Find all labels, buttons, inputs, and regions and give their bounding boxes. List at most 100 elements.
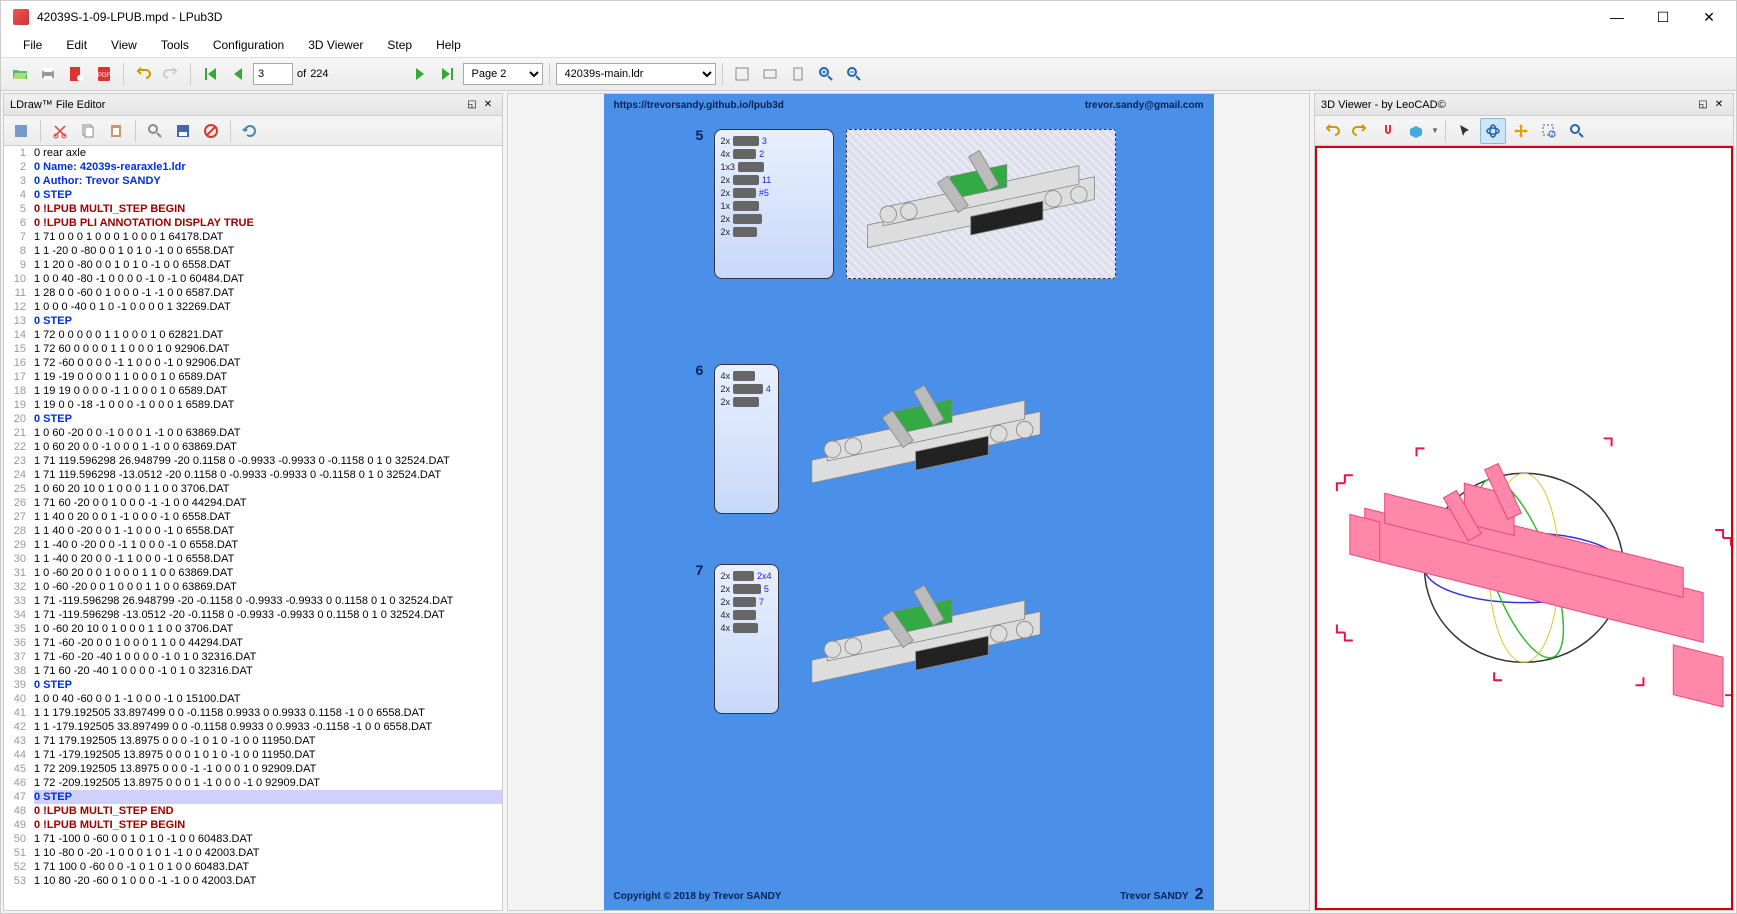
editor-close-button[interactable]: ✕: [480, 98, 496, 112]
menu-3dviewer[interactable]: 3D Viewer: [298, 36, 373, 54]
editor-line[interactable]: 221 0 60 20 0 0 -1 0 0 0 1 -1 0 0 63869.…: [4, 440, 502, 454]
editor-line[interactable]: 60 !LPUB PLI ANNOTATION DISPLAY TRUE: [4, 216, 502, 230]
minimize-button[interactable]: —: [1594, 2, 1640, 32]
pdf-preview-button[interactable]: [63, 61, 89, 87]
editor-line[interactable]: 291 1 -40 0 -20 0 0 -1 1 0 0 0 -1 0 6558…: [4, 538, 502, 552]
menu-view[interactable]: View: [101, 36, 147, 54]
editor-copy-button[interactable]: [75, 118, 101, 144]
viewer-brick-button[interactable]: [1403, 118, 1429, 144]
close-button[interactable]: ✕: [1686, 2, 1732, 32]
editor-line[interactable]: 431 71 179.192505 13.8975 0 0 0 -1 0 1 0…: [4, 734, 502, 748]
viewer-snap-button[interactable]: [1375, 118, 1401, 144]
editor-header[interactable]: LDraw™ File Editor ◱ ✕: [4, 94, 502, 116]
menu-tools[interactable]: Tools: [151, 36, 199, 54]
editor-find-button[interactable]: [142, 118, 168, 144]
viewer-header[interactable]: 3D Viewer - by LeoCAD© ◱ ✕: [1315, 94, 1733, 116]
editor-line[interactable]: 521 71 100 0 -60 0 0 -1 0 1 0 1 0 0 6048…: [4, 860, 502, 874]
undo-button[interactable]: [130, 61, 156, 87]
viewer-float-button[interactable]: ◱: [1695, 98, 1711, 112]
editor-line[interactable]: 161 72 -60 0 0 0 0 -1 1 0 0 0 -1 0 92906…: [4, 356, 502, 370]
viewer-redo-button[interactable]: [1347, 118, 1373, 144]
editor-line[interactable]: 20 Name: 42039s-rearaxle1.ldr: [4, 160, 502, 174]
editor-line[interactable]: 451 72 209.192505 13.8975 0 0 0 -1 -1 0 …: [4, 762, 502, 776]
viewer-pan-button[interactable]: [1508, 118, 1534, 144]
editor-line[interactable]: 511 10 -80 0 -20 -1 0 0 0 1 0 1 -1 0 0 4…: [4, 846, 502, 860]
editor-line[interactable]: 470 STEP: [4, 790, 502, 804]
editor-line[interactable]: 130 STEP: [4, 314, 502, 328]
zoom-out-button[interactable]: [841, 61, 867, 87]
pli-box[interactable]: 2x2x42x52x74x4x: [714, 564, 779, 714]
viewer-zoom-region-button[interactable]: [1536, 118, 1562, 144]
pdf-export-button[interactable]: PDF: [91, 61, 117, 87]
editor-body[interactable]: 10 rear axle20 Name: 42039s-rearaxle1.ld…: [4, 146, 502, 910]
editor-line[interactable]: 261 71 60 -20 0 0 1 0 0 0 -1 -1 0 0 4429…: [4, 496, 502, 510]
editor-select-button[interactable]: [8, 118, 34, 144]
editor-line[interactable]: 71 71 0 0 0 1 0 0 0 1 0 0 0 1 64178.DAT: [4, 230, 502, 244]
editor-save-button[interactable]: [170, 118, 196, 144]
editor-line[interactable]: 461 72 -209.192505 13.8975 0 0 0 1 -1 0 …: [4, 776, 502, 790]
editor-line[interactable]: 311 0 -60 20 0 0 1 0 0 0 1 1 0 0 63869.D…: [4, 566, 502, 580]
editor-line[interactable]: 531 10 80 -20 -60 0 1 0 0 0 -1 -1 0 0 42…: [4, 874, 502, 888]
editor-line[interactable]: 401 0 0 40 -60 0 0 1 -1 0 0 0 -1 0 15100…: [4, 692, 502, 706]
editor-line[interactable]: 490 !LPUB MULTI_STEP BEGIN: [4, 818, 502, 832]
viewer-body[interactable]: [1315, 146, 1733, 910]
editor-line[interactable]: 281 1 40 0 -20 0 0 1 -1 0 0 0 -1 0 6558.…: [4, 524, 502, 538]
viewer-undo-button[interactable]: [1319, 118, 1345, 144]
step-group[interactable]: 72x2x42x52x74x4x: [714, 564, 1061, 714]
editor-line[interactable]: 411 1 179.192505 33.897499 0 0 -0.1158 0…: [4, 706, 502, 720]
editor-line[interactable]: 191 19 0 0 -18 -1 0 0 0 -1 0 0 0 1 6589.…: [4, 398, 502, 412]
maximize-button[interactable]: ☐: [1640, 2, 1686, 32]
editor-cut-button[interactable]: [47, 118, 73, 144]
viewer-zoom-button[interactable]: [1564, 118, 1590, 144]
editor-line[interactable]: 81 1 -20 0 -80 0 0 1 0 1 0 -1 0 0 6558.D…: [4, 244, 502, 258]
menu-step[interactable]: Step: [377, 36, 422, 54]
assembly-image[interactable]: [846, 129, 1116, 279]
editor-line[interactable]: 271 1 40 0 20 0 0 1 -1 0 0 0 -1 0 6558.D…: [4, 510, 502, 524]
editor-line[interactable]: 361 71 -60 -20 0 0 1 0 0 0 1 1 0 0 44294…: [4, 636, 502, 650]
editor-line[interactable]: 211 0 60 -20 0 0 -1 0 0 0 1 -1 0 0 63869…: [4, 426, 502, 440]
viewer-select-button[interactable]: [1452, 118, 1478, 144]
editor-line[interactable]: 200 STEP: [4, 412, 502, 426]
print-button[interactable]: [35, 61, 61, 87]
menu-file[interactable]: File: [13, 36, 52, 54]
fit-width-button[interactable]: [757, 61, 783, 87]
viewer-close-button[interactable]: ✕: [1711, 98, 1727, 112]
first-page-button[interactable]: [197, 61, 223, 87]
editor-line[interactable]: 101 0 0 40 -80 -1 0 0 0 0 -1 0 -1 0 6048…: [4, 272, 502, 286]
editor-line[interactable]: 501 71 -100 0 -60 0 0 1 0 1 0 -1 0 0 604…: [4, 832, 502, 846]
submodel-select[interactable]: 42039s-main.ldr: [556, 63, 716, 85]
editor-line[interactable]: 40 STEP: [4, 188, 502, 202]
editor-refresh-button[interactable]: [237, 118, 263, 144]
editor-line[interactable]: 351 0 -60 20 10 0 1 0 0 0 1 1 0 0 3706.D…: [4, 622, 502, 636]
zoom-in-button[interactable]: [813, 61, 839, 87]
menu-edit[interactable]: Edit: [56, 36, 97, 54]
editor-line[interactable]: 381 71 60 -20 -40 1 0 0 0 0 -1 0 1 0 323…: [4, 664, 502, 678]
editor-line[interactable]: 141 72 0 0 0 0 0 1 1 0 0 0 1 0 62821.DAT: [4, 328, 502, 342]
open-button[interactable]: [7, 61, 33, 87]
editor-line[interactable]: 251 0 60 20 10 0 1 0 0 0 1 1 0 0 3706.DA…: [4, 482, 502, 496]
editor-line[interactable]: 151 72 60 0 0 0 0 1 1 0 0 0 1 0 92906.DA…: [4, 342, 502, 356]
step-group[interactable]: 52x34x21x32x112x#51x2x2x: [714, 129, 1116, 279]
last-page-button[interactable]: [435, 61, 461, 87]
editor-line[interactable]: 480 !LPUB MULTI_STEP END: [4, 804, 502, 818]
page-current-input[interactable]: [253, 63, 293, 85]
actual-size-button[interactable]: [785, 61, 811, 87]
pli-box[interactable]: 2x34x21x32x112x#51x2x2x: [714, 129, 834, 279]
editor-line[interactable]: 171 19 -19 0 0 0 0 1 1 0 0 0 1 0 6589.DA…: [4, 370, 502, 384]
page-preview[interactable]: https://trevorsandy.github.io/lpub3d tre…: [507, 93, 1310, 911]
editor-line[interactable]: 441 71 -179.192505 13.8975 0 0 0 1 0 1 0…: [4, 748, 502, 762]
editor-line[interactable]: 30 Author: Trevor SANDY: [4, 174, 502, 188]
editor-delete-button[interactable]: [198, 118, 224, 144]
assembly-image[interactable]: [791, 364, 1061, 514]
editor-line[interactable]: 231 71 119.596298 26.948799 -20 0.1158 0…: [4, 454, 502, 468]
next-page-button[interactable]: [407, 61, 433, 87]
editor-paste-button[interactable]: [103, 118, 129, 144]
pli-box[interactable]: 4x2x42x: [714, 364, 779, 514]
assembly-image[interactable]: [791, 564, 1061, 714]
editor-line[interactable]: 10 rear axle: [4, 146, 502, 160]
editor-line[interactable]: 341 71 -119.596298 -13.0512 -20 -0.1158 …: [4, 608, 502, 622]
editor-line[interactable]: 421 1 -179.192505 33.897499 0 0 -0.1158 …: [4, 720, 502, 734]
step-group[interactable]: 64x2x42x: [714, 364, 1061, 514]
editor-line[interactable]: 241 71 119.596298 -13.0512 -20 0.1158 0 …: [4, 468, 502, 482]
editor-line[interactable]: 50 !LPUB MULTI_STEP BEGIN: [4, 202, 502, 216]
